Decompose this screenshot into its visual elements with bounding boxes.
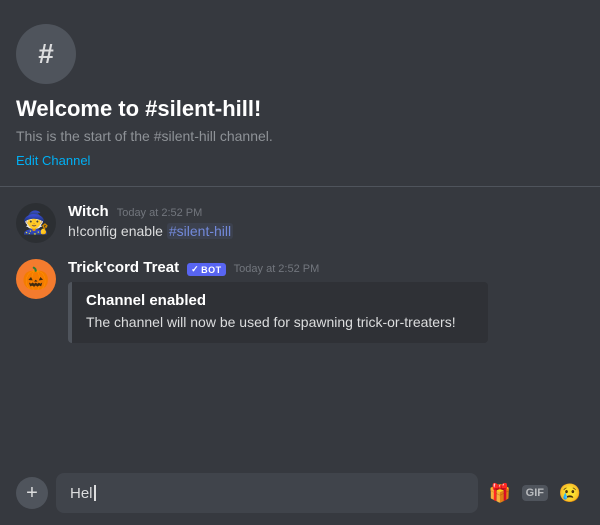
username: Trick'cord Treat [68, 259, 179, 276]
messages-area: 🧙 Witch Today at 2:52 PM h!config enable… [0, 187, 600, 465]
channel-title: Welcome to #silent-hill! [16, 96, 584, 122]
input-actions: 🎁 GIF 😢 [486, 479, 584, 507]
username: Witch [68, 203, 109, 220]
hash-icon: # [38, 38, 54, 70]
bot-avatar-icon: 🎃 [22, 266, 49, 292]
table-row: 🧙 Witch Today at 2:52 PM h!config enable… [16, 203, 584, 243]
text-cursor [94, 485, 96, 501]
avatar: 🧙 [16, 203, 56, 243]
add-content-button[interactable]: + [16, 477, 48, 509]
avatar: 🎃 [16, 259, 56, 299]
embed-description: The channel will now be used for spawnin… [86, 313, 474, 333]
message-input[interactable]: Hel [56, 473, 478, 513]
embed-title: Channel enabled [86, 292, 474, 309]
channel-icon: # [16, 24, 76, 84]
message-header: Trick'cord Treat ✓ BOT Today at 2:52 PM [68, 259, 584, 276]
embed-card: Channel enabled The channel will now be … [68, 282, 488, 343]
bot-label: BOT [201, 265, 222, 275]
gif-button[interactable]: GIF [522, 485, 548, 501]
table-row: 🎃 Trick'cord Treat ✓ BOT Today at 2:52 P… [16, 259, 584, 343]
channel-description: This is the start of the #silent-hill ch… [16, 128, 584, 144]
input-text: Hel [70, 485, 93, 502]
input-area: + Hel 🎁 GIF 😢 [0, 465, 600, 525]
message-content: Trick'cord Treat ✓ BOT Today at 2:52 PM … [68, 259, 584, 343]
edit-channel-link[interactable]: Edit Channel [16, 153, 90, 168]
timestamp: Today at 2:52 PM [234, 263, 320, 275]
channel-mention[interactable]: #silent-hill [167, 223, 233, 239]
checkmark-icon: ✓ [191, 264, 199, 275]
gift-button[interactable]: 🎁 [486, 479, 514, 507]
message-header: Witch Today at 2:52 PM [68, 203, 584, 220]
message-content: Witch Today at 2:52 PM h!config enable #… [68, 203, 584, 242]
timestamp: Today at 2:52 PM [117, 207, 203, 219]
bot-badge: ✓ BOT [187, 263, 226, 276]
witch-avatar-icon: 🧙 [22, 210, 49, 236]
channel-header: # Welcome to #silent-hill! This is the s… [0, 0, 600, 187]
emoji-button[interactable]: 😢 [556, 479, 584, 507]
message-text: h!config enable #silent-hill [68, 222, 584, 242]
message-text-prefix: h!config enable [68, 223, 167, 239]
